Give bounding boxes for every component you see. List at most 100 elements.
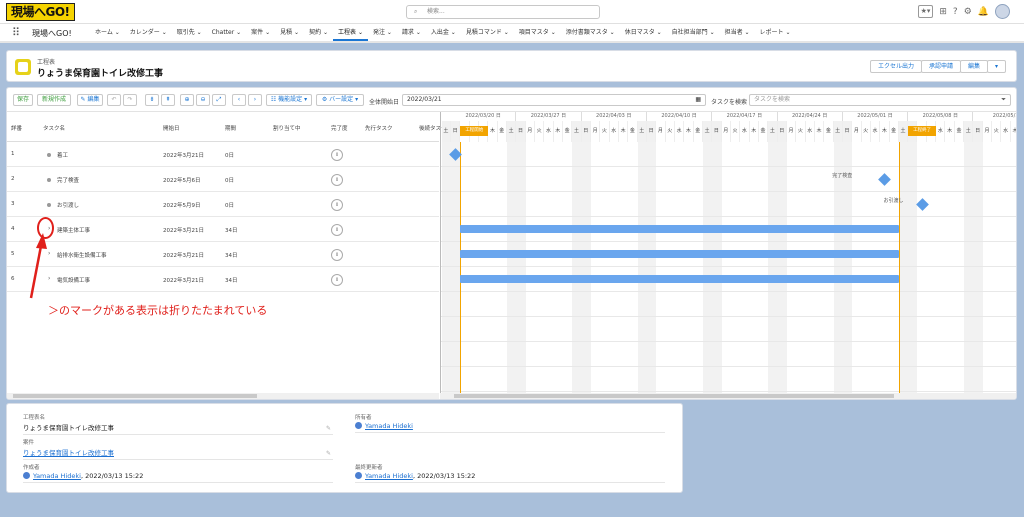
table-row[interactable]: 3 お引渡し 2022年5月9日 0日 0 [7,192,439,217]
nav-item[interactable]: 見積 ⌄ [275,24,304,41]
chevron-down-icon[interactable]: ⌄ [743,29,750,36]
nav-item[interactable]: 休日マスタ ⌄ [620,24,667,41]
progress-indicator[interactable]: 0 [331,224,343,236]
app-launcher-icon[interactable]: ⠿ [12,27,20,39]
task-name[interactable]: 電気設備工事 [57,276,90,284]
pencil-icon[interactable]: ✎ [326,450,331,457]
nav-item[interactable]: 項目マスタ ⌄ [514,24,561,41]
chevron-down-icon[interactable]: ⌄ [195,29,202,36]
col-header-predecessor[interactable]: 先行タスク [365,124,393,132]
nav-item[interactable]: レポート ⌄ [755,24,796,41]
favorite-star-icon[interactable]: ★▾ [917,5,934,18]
table-row[interactable]: 1 着工 2022年3月21日 0日 0 [7,142,439,167]
progress-indicator[interactable]: 0 [331,249,343,261]
nav-item[interactable]: 担当者 ⌄ [720,24,755,41]
modified-by-link[interactable]: Yamada Hideki [365,472,413,480]
start-date[interactable]: 2022年3月21日 [163,226,204,234]
save-button[interactable]: 保存 [13,94,33,106]
nav-item[interactable]: 見積コマンド ⌄ [461,24,514,41]
excel-export-button[interactable]: エクセル出力 [869,60,922,73]
edit-button[interactable]: 編集 [959,60,988,73]
filter-icon[interactable]: ⏷ [1001,95,1006,105]
nav-item[interactable]: 工程表 ⌄ [333,24,368,41]
avatar[interactable] [995,4,1010,19]
chevron-down-icon[interactable]: ⌄ [263,29,270,36]
new-button[interactable]: 新規作成 [37,94,71,106]
col-header-task[interactable]: タスク名 [43,124,65,132]
chevron-down-icon[interactable]: ⌄ [655,29,662,36]
approval-request-button[interactable]: 承認申請 [920,60,961,73]
more-actions-chevron-icon[interactable]: ▾ [986,60,1006,73]
collapse-all-icon[interactable]: ⇟ [145,94,159,106]
start-date[interactable]: 2022年3月21日 [163,276,204,284]
nav-item[interactable]: Chatter ⌄ [207,24,246,41]
nav-item[interactable]: 案件 ⌄ [246,24,275,41]
app-logo[interactable]: 現場へGO! [6,3,75,21]
task-name[interactable]: 着工 [57,151,68,159]
task-name[interactable]: 建築主体工事 [57,226,90,234]
start-date-input[interactable]: 2022/03/21 ▦ [402,94,706,106]
expand-chevron-icon[interactable]: › [48,250,50,257]
nav-item[interactable]: 請求 ⌄ [397,24,426,41]
duration[interactable]: 34日 [225,251,238,259]
chevron-down-icon[interactable]: ⌄ [160,29,167,36]
task-name[interactable]: 完了検査 [57,176,79,184]
chevron-down-icon[interactable]: ⌄ [449,29,456,36]
task-search-input[interactable]: タスクを検索 ⏷ [749,94,1011,106]
chevron-down-icon[interactable]: ⌄ [356,29,363,36]
table-row[interactable]: 6 › 電気設備工事 2022年3月21日 34日 0 [7,267,439,292]
gantt-scrollbar[interactable] [440,393,1016,399]
edit-task-button[interactable]: ✎ 編集 [77,94,103,106]
chevron-down-icon[interactable]: ⌄ [414,29,421,36]
task-name[interactable]: お引渡し [57,201,79,209]
task-name[interactable]: 給排水衛生設備工事 [57,251,107,259]
help-icon[interactable]: ? [953,5,958,19]
chevron-down-icon[interactable]: ⌄ [292,29,299,36]
nav-item[interactable]: 発注 ⌄ [368,24,397,41]
nav-item[interactable]: 取引先 ⌄ [172,24,207,41]
chevron-down-icon[interactable]: ⌄ [113,29,120,36]
nav-item[interactable]: 契約 ⌄ [304,24,333,41]
start-date[interactable]: 2022年3月21日 [163,151,204,159]
table-row[interactable]: 4 › 建築主体工事 2022年3月21日 34日 0 [7,217,439,242]
duration[interactable]: 0日 [225,151,234,159]
undo-icon[interactable]: ↶ [107,94,121,106]
chevron-down-icon[interactable]: ⌄ [784,29,790,36]
expand-chevron-icon[interactable]: › [48,275,50,282]
col-header-progress[interactable]: 完了度 [331,124,348,132]
feature-settings-button[interactable]: ☷ 機能設定 ▾ [266,94,312,106]
milestone-marker[interactable] [915,198,929,211]
chevron-down-icon[interactable]: ⌄ [385,29,392,36]
bar-settings-button[interactable]: ⚙ バー設定 ▾ [316,94,364,106]
progress-indicator[interactable]: 0 [331,149,343,161]
duration[interactable]: 0日 [225,201,234,209]
progress-indicator[interactable]: 0 [331,174,343,186]
settings-icon[interactable]: ⚙ [964,5,972,19]
grid-scrollbar[interactable] [7,393,439,399]
nav-item[interactable]: 自社担当部門 ⌄ [667,24,720,41]
task-bar[interactable] [460,250,899,258]
chevron-down-icon[interactable]: ⌄ [708,29,715,36]
nav-item[interactable]: カレンダー ⌄ [125,24,172,41]
global-search-input[interactable]: ⌕ 検索... [406,5,600,19]
col-header-assigned[interactable]: 割り当て中 [273,124,301,132]
chevron-down-icon[interactable]: ⌄ [608,29,615,36]
scroll-right-icon[interactable]: › [248,94,262,106]
task-bar[interactable] [460,225,899,233]
progress-indicator[interactable]: 0 [331,274,343,286]
task-bar[interactable] [460,275,899,283]
pencil-icon[interactable]: ✎ [326,425,331,432]
redo-icon[interactable]: ↷ [123,94,137,106]
scroll-left-icon[interactable]: ‹ [232,94,246,106]
owner-link[interactable]: Yamada Hideki [355,422,665,433]
add-icon[interactable]: ⊞ [939,5,947,19]
duration[interactable]: 34日 [225,276,238,284]
duration[interactable]: 34日 [225,226,238,234]
nav-item[interactable]: 入出金 ⌄ [426,24,461,41]
zoom-out-icon[interactable]: ⊖ [196,94,210,106]
milestone-marker[interactable] [878,173,892,186]
zoom-in-icon[interactable]: ⊕ [180,94,194,106]
chevron-down-icon[interactable]: ⌄ [321,29,328,36]
bell-icon[interactable]: 🔔 [978,5,989,19]
col-header-duration[interactable]: 期間 [225,124,236,132]
